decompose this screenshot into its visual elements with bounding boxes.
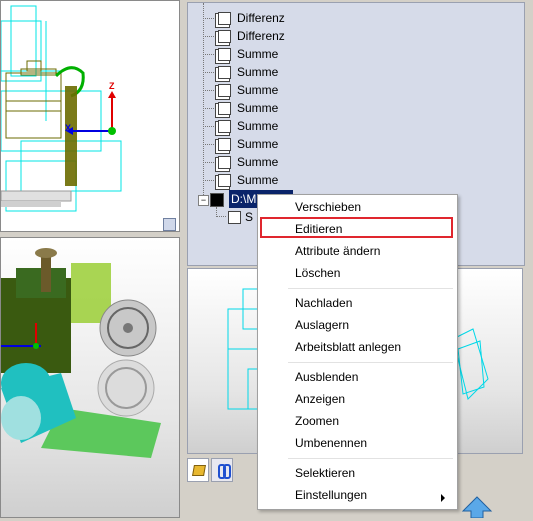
tree-item-summe[interactable]: Summe (216, 99, 278, 117)
part-icon (218, 66, 231, 80)
tree-item-label: Differenz (237, 29, 285, 43)
submenu-arrow-icon (441, 494, 445, 502)
context-menu: Verschieben Editieren Attribute ändern L… (257, 194, 458, 510)
tree-item-label: Differenz (237, 11, 285, 25)
tree-item-summe[interactable]: Summe (216, 117, 278, 135)
tree-item-summe[interactable]: Summe (216, 153, 278, 171)
part-icon (218, 138, 231, 152)
menu-item-einstellungen[interactable]: Einstellungen (295, 485, 367, 505)
tree-item-label: Summe (237, 119, 279, 133)
tree-item-differenz[interactable]: Differenz (216, 27, 285, 45)
tree-item-label: Summe (237, 65, 279, 79)
menu-item-arbeitsblatt-anlegen[interactable]: Arbeitsblatt anlegen (295, 337, 401, 357)
part-icon (218, 102, 231, 116)
tree-collapse-toggle[interactable]: − (198, 195, 209, 206)
model-icon (192, 465, 206, 476)
menu-separator (288, 362, 453, 363)
menu-item-nachladen[interactable]: Nachladen (295, 293, 352, 313)
menu-item-umbenennen[interactable]: Umbenennen (295, 433, 367, 453)
part-icon (218, 156, 231, 170)
tree-item-label: Summe (237, 155, 279, 169)
tree-item-summe[interactable]: Summe (216, 63, 278, 81)
tree-item-label: Summe (237, 173, 279, 187)
tree-item-summe[interactable]: Summe (216, 81, 278, 99)
part-icon (218, 48, 231, 62)
editieren-highlight-box (260, 217, 453, 238)
tree-item-child[interactable]: S (228, 208, 253, 226)
part-icon (218, 12, 231, 26)
tree-item-summe[interactable]: Summe (216, 171, 278, 189)
link-icon (223, 464, 231, 479)
menu-item-editieren[interactable]: Editieren (295, 219, 342, 239)
tree-item-summe[interactable]: Summe (216, 45, 278, 63)
shaded-model-drawing (1, 248, 161, 458)
minus-icon: − (200, 195, 207, 205)
menu-item-loeschen[interactable]: Löschen (295, 263, 340, 283)
axis-x-label: X (65, 123, 72, 133)
viewport-menu-button[interactable] (163, 218, 176, 231)
assembly-icon (210, 193, 224, 207)
part-icon (218, 84, 231, 98)
menu-item-anzeigen[interactable]: Anzeigen (295, 389, 345, 409)
tree-item-label: S (245, 210, 254, 224)
part-icon (218, 30, 231, 44)
axis-z-label: Z (109, 81, 115, 91)
menu-separator (288, 458, 453, 459)
menu-item-zoomen[interactable]: Zoomen (295, 411, 339, 431)
viewport-top[interactable]: Z X (0, 0, 180, 232)
part-icon (218, 120, 231, 134)
part-icon (218, 174, 231, 188)
tree-item-differenz[interactable]: Differenz (216, 9, 285, 27)
tree-item-label: Summe (237, 101, 279, 115)
menu-item-auslagern[interactable]: Auslagern (295, 315, 349, 335)
menu-item-selektieren[interactable]: Selektieren (295, 463, 355, 483)
menu-separator (288, 288, 453, 289)
tree-item-label: Summe (237, 137, 279, 151)
viewport-bottom[interactable] (0, 237, 180, 518)
tab-model[interactable] (187, 458, 209, 482)
wireframe-drawing (1, 5, 122, 212)
part-icon (228, 211, 241, 225)
tree-item-label: Summe (237, 47, 279, 61)
tab-assembly[interactable] (211, 458, 233, 482)
arrow-up-icon (461, 496, 493, 519)
navigation-arrows[interactable] (457, 495, 497, 519)
menu-item-ausblenden[interactable]: Ausblenden (295, 367, 358, 387)
tree-item-label: Summe (237, 83, 279, 97)
menu-item-verschieben[interactable]: Verschieben (295, 197, 361, 217)
menu-item-attribute-aendern[interactable]: Attribute ändern (295, 241, 380, 261)
tree-item-summe[interactable]: Summe (216, 135, 278, 153)
